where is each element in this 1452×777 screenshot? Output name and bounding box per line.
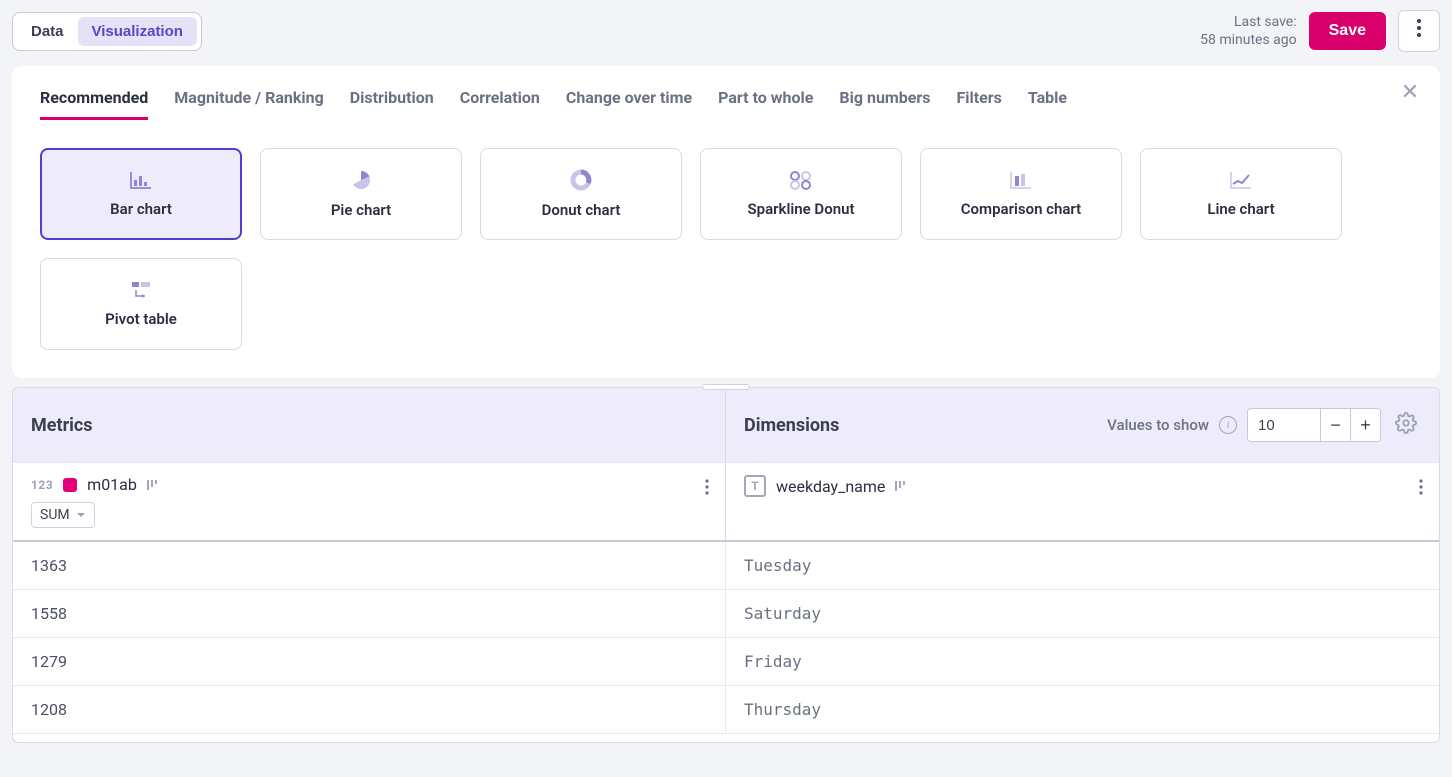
bar-chart-icon bbox=[129, 170, 153, 190]
chart-card-label: Sparkline Donut bbox=[748, 200, 855, 218]
numeric-type-icon: 123 bbox=[31, 478, 53, 492]
values-to-show-input[interactable] bbox=[1248, 409, 1320, 441]
chart-card-label: Pie chart bbox=[331, 201, 391, 219]
metric-value: 1363 bbox=[13, 542, 726, 589]
tab-part-to-whole[interactable]: Part to whole bbox=[718, 88, 813, 120]
more-menu-button[interactable] bbox=[1398, 10, 1440, 52]
dimension-value: Tuesday bbox=[726, 542, 1439, 589]
resize-handle[interactable] bbox=[702, 384, 750, 390]
table-row: 1558 Saturday bbox=[13, 590, 1439, 638]
metric-field-cell: 123 m01ab SUM bbox=[13, 463, 726, 540]
chart-card-bar[interactable]: Bar chart bbox=[40, 148, 242, 240]
kebab-icon bbox=[1417, 19, 1421, 43]
dimension-more-button[interactable] bbox=[1419, 479, 1423, 500]
chart-card-label: Line chart bbox=[1207, 200, 1274, 218]
chart-card-label: Donut chart bbox=[542, 201, 621, 219]
pie-chart-icon bbox=[350, 169, 372, 191]
values-to-show-label: Values to show bbox=[1107, 416, 1209, 434]
close-panel-button[interactable]: ✕ bbox=[1396, 78, 1424, 106]
segment-data[interactable]: Data bbox=[17, 17, 78, 46]
chart-card-line[interactable]: Line chart bbox=[1140, 148, 1342, 240]
gear-icon bbox=[1395, 412, 1417, 439]
table-row: 1208 Thursday bbox=[13, 686, 1439, 734]
pivot-table-icon bbox=[130, 280, 152, 300]
donut-chart-icon bbox=[570, 169, 592, 191]
table-row: 1363 Tuesday bbox=[13, 542, 1439, 590]
view-segmented-control: Data Visualization bbox=[12, 12, 202, 51]
dimension-name: weekday_name bbox=[776, 477, 885, 496]
tab-correlation[interactable]: Correlation bbox=[460, 88, 540, 120]
segment-visualization[interactable]: Visualization bbox=[78, 17, 197, 46]
kebab-icon bbox=[705, 479, 709, 500]
metrics-header-cell: Metrics bbox=[13, 388, 726, 462]
metric-value: 1279 bbox=[13, 638, 726, 685]
close-icon: ✕ bbox=[1401, 80, 1419, 105]
chart-card-pie[interactable]: Pie chart bbox=[260, 148, 462, 240]
line-chart-icon bbox=[1229, 170, 1253, 190]
dimensions-header-cell: Dimensions Values to show i − + bbox=[726, 388, 1439, 462]
stepper-decrement-button[interactable]: − bbox=[1320, 409, 1350, 441]
sort-icon[interactable] bbox=[147, 480, 157, 490]
minus-icon: − bbox=[1330, 415, 1341, 436]
chart-type-panel: ✕ Recommended Magnitude / Ranking Distri… bbox=[12, 66, 1440, 378]
chart-card-label: Comparison chart bbox=[961, 200, 1081, 218]
comparison-chart-icon bbox=[1009, 170, 1033, 190]
sparkline-donut-icon bbox=[789, 170, 813, 190]
save-button[interactable]: Save bbox=[1309, 12, 1386, 50]
tab-big-numbers[interactable]: Big numbers bbox=[839, 88, 930, 120]
kebab-icon bbox=[1419, 479, 1423, 500]
metric-more-button[interactable] bbox=[705, 479, 709, 500]
sort-icon[interactable] bbox=[895, 481, 905, 491]
metric-name: m01ab bbox=[87, 475, 137, 494]
chart-category-tabs: Recommended Magnitude / Ranking Distribu… bbox=[40, 88, 1412, 120]
dimension-value: Thursday bbox=[726, 686, 1439, 733]
tab-change-over-time[interactable]: Change over time bbox=[566, 88, 692, 120]
metric-value: 1558 bbox=[13, 590, 726, 637]
tab-table[interactable]: Table bbox=[1028, 88, 1067, 120]
dimension-value: Saturday bbox=[726, 590, 1439, 637]
dimensions-header-label: Dimensions bbox=[744, 415, 839, 436]
plus-icon: + bbox=[1360, 415, 1371, 436]
caret-down-icon bbox=[76, 512, 86, 518]
chart-card-pivot[interactable]: Pivot table bbox=[40, 258, 242, 350]
table-row: 1279 Friday bbox=[13, 638, 1439, 686]
dimension-value: Friday bbox=[726, 638, 1439, 685]
stepper-increment-button[interactable]: + bbox=[1350, 409, 1380, 441]
data-table: Metrics Dimensions Values to show i − + bbox=[12, 387, 1440, 743]
dimension-field-cell: T weekday_name bbox=[726, 463, 1439, 540]
tab-magnitude-ranking[interactable]: Magnitude / Ranking bbox=[174, 88, 324, 120]
info-icon[interactable]: i bbox=[1219, 416, 1237, 434]
dimensions-settings-button[interactable] bbox=[1391, 410, 1421, 440]
text-type-icon: T bbox=[744, 475, 766, 497]
tab-recommended[interactable]: Recommended bbox=[40, 88, 148, 120]
chart-card-label: Bar chart bbox=[110, 200, 172, 218]
aggregation-select[interactable]: SUM bbox=[31, 502, 95, 528]
last-save-indicator: Last save: 58 minutes ago bbox=[1200, 13, 1297, 49]
chart-card-sparkline-donut[interactable]: Sparkline Donut bbox=[700, 148, 902, 240]
tab-distribution[interactable]: Distribution bbox=[350, 88, 434, 120]
chart-card-donut[interactable]: Donut chart bbox=[480, 148, 682, 240]
chart-card-label: Pivot table bbox=[105, 310, 177, 328]
metric-value: 1208 bbox=[13, 686, 726, 733]
metric-color-chip[interactable] bbox=[63, 478, 77, 492]
metrics-header-label: Metrics bbox=[31, 415, 93, 436]
tab-filters[interactable]: Filters bbox=[956, 88, 1001, 120]
values-to-show-stepper: − + bbox=[1247, 408, 1381, 442]
chart-card-comparison[interactable]: Comparison chart bbox=[920, 148, 1122, 240]
